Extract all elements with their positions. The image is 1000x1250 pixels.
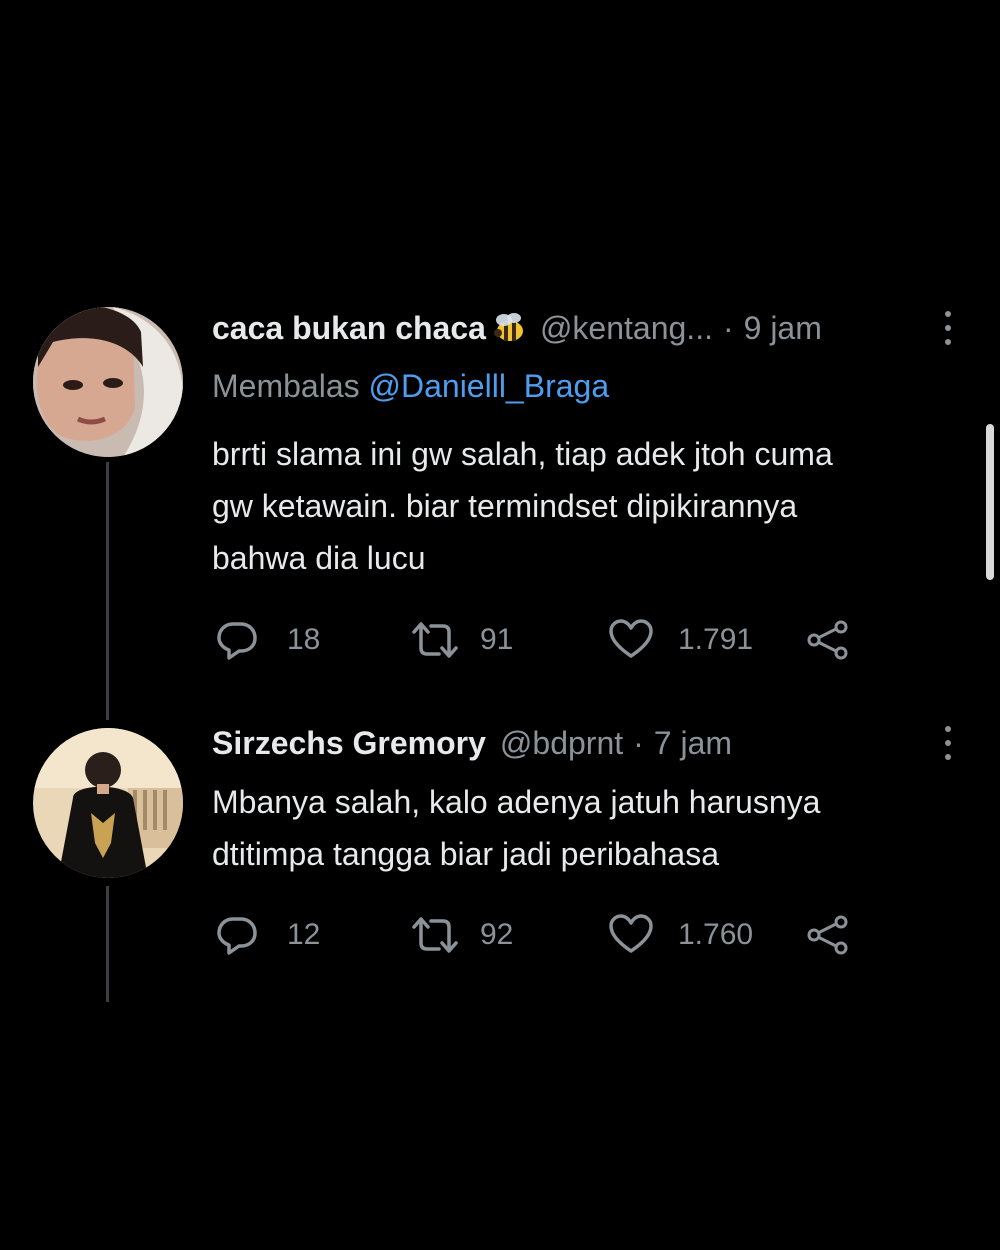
timestamp[interactable]: 7 jam <box>654 725 732 762</box>
tweet-text-line: Mbanya salah, kalo adenya jatuh harusnya <box>212 784 821 820</box>
more-options-icon[interactable] <box>936 721 960 765</box>
share-button[interactable] <box>805 618 851 662</box>
reply-icon <box>215 618 259 662</box>
thread-line-1 <box>106 462 109 720</box>
reply-count: 18 <box>287 623 321 656</box>
retweet-count: 91 <box>480 623 514 656</box>
reply-context: Membalas @Danielll_Braga <box>212 368 609 405</box>
display-name[interactable]: caca bukan chaca <box>212 310 486 347</box>
more-options-icon[interactable] <box>936 306 960 350</box>
reply-label: Membalas <box>212 368 360 404</box>
tweet-text: brrti slama ini gw salah, tiap adek jtoh… <box>212 428 962 584</box>
scrollbar-thumb[interactable] <box>986 424 994 580</box>
bee-icon <box>490 312 526 344</box>
tweet-text-line: bahwa dia lucu <box>212 540 426 576</box>
tweet-text-line: brrti slama ini gw salah, tiap adek jtoh… <box>212 436 833 472</box>
tweet-text: Mbanya salah, kalo adenya jatuh harusnya… <box>212 776 962 880</box>
tweet-text-line: dtitimpa tangga biar jadi peribahasa <box>212 836 719 872</box>
reply-button[interactable]: 12 <box>215 913 320 957</box>
tweet-actions: 18 91 1.791 <box>215 618 875 662</box>
separator: · <box>722 309 734 346</box>
retweet-button[interactable]: 91 <box>410 618 513 662</box>
thread-line-2 <box>106 886 109 1002</box>
tweet-text-line: gw ketawain. biar termindset dipikiranny… <box>212 488 798 524</box>
share-button[interactable] <box>805 913 851 957</box>
tweet-actions: 12 92 1.760 <box>215 913 875 957</box>
like-button[interactable]: 1.760 <box>608 913 753 957</box>
like-count: 1.760 <box>678 918 754 951</box>
heart-icon <box>608 913 654 957</box>
tweet-header: Sirzechs Gremory @bdprnt · 7 jam <box>212 721 960 765</box>
reply-icon <box>215 913 259 957</box>
share-icon <box>805 618 851 662</box>
retweet-count: 92 <box>480 918 514 951</box>
reply-mention-link[interactable]: @Danielll_Braga <box>369 368 610 404</box>
avatar-caca[interactable] <box>33 307 183 457</box>
retweet-icon <box>410 618 460 662</box>
like-count: 1.791 <box>678 623 754 656</box>
share-icon <box>805 913 851 957</box>
retweet-button[interactable]: 92 <box>410 913 513 957</box>
reply-button[interactable]: 18 <box>215 618 320 662</box>
avatar-sirzechs[interactable] <box>33 728 183 878</box>
display-name[interactable]: Sirzechs Gremory <box>212 725 486 762</box>
reply-count: 12 <box>287 918 321 951</box>
timestamp[interactable]: 9 jam <box>744 310 822 347</box>
tweet-header: caca bukan chaca @kentang... · 9 jam <box>212 306 960 350</box>
separator: · <box>633 724 644 761</box>
retweet-icon <box>410 913 460 957</box>
handle[interactable]: @kentang... <box>540 310 713 347</box>
heart-icon <box>608 618 654 662</box>
handle[interactable]: @bdprnt <box>500 725 623 762</box>
like-button[interactable]: 1.791 <box>608 618 753 662</box>
